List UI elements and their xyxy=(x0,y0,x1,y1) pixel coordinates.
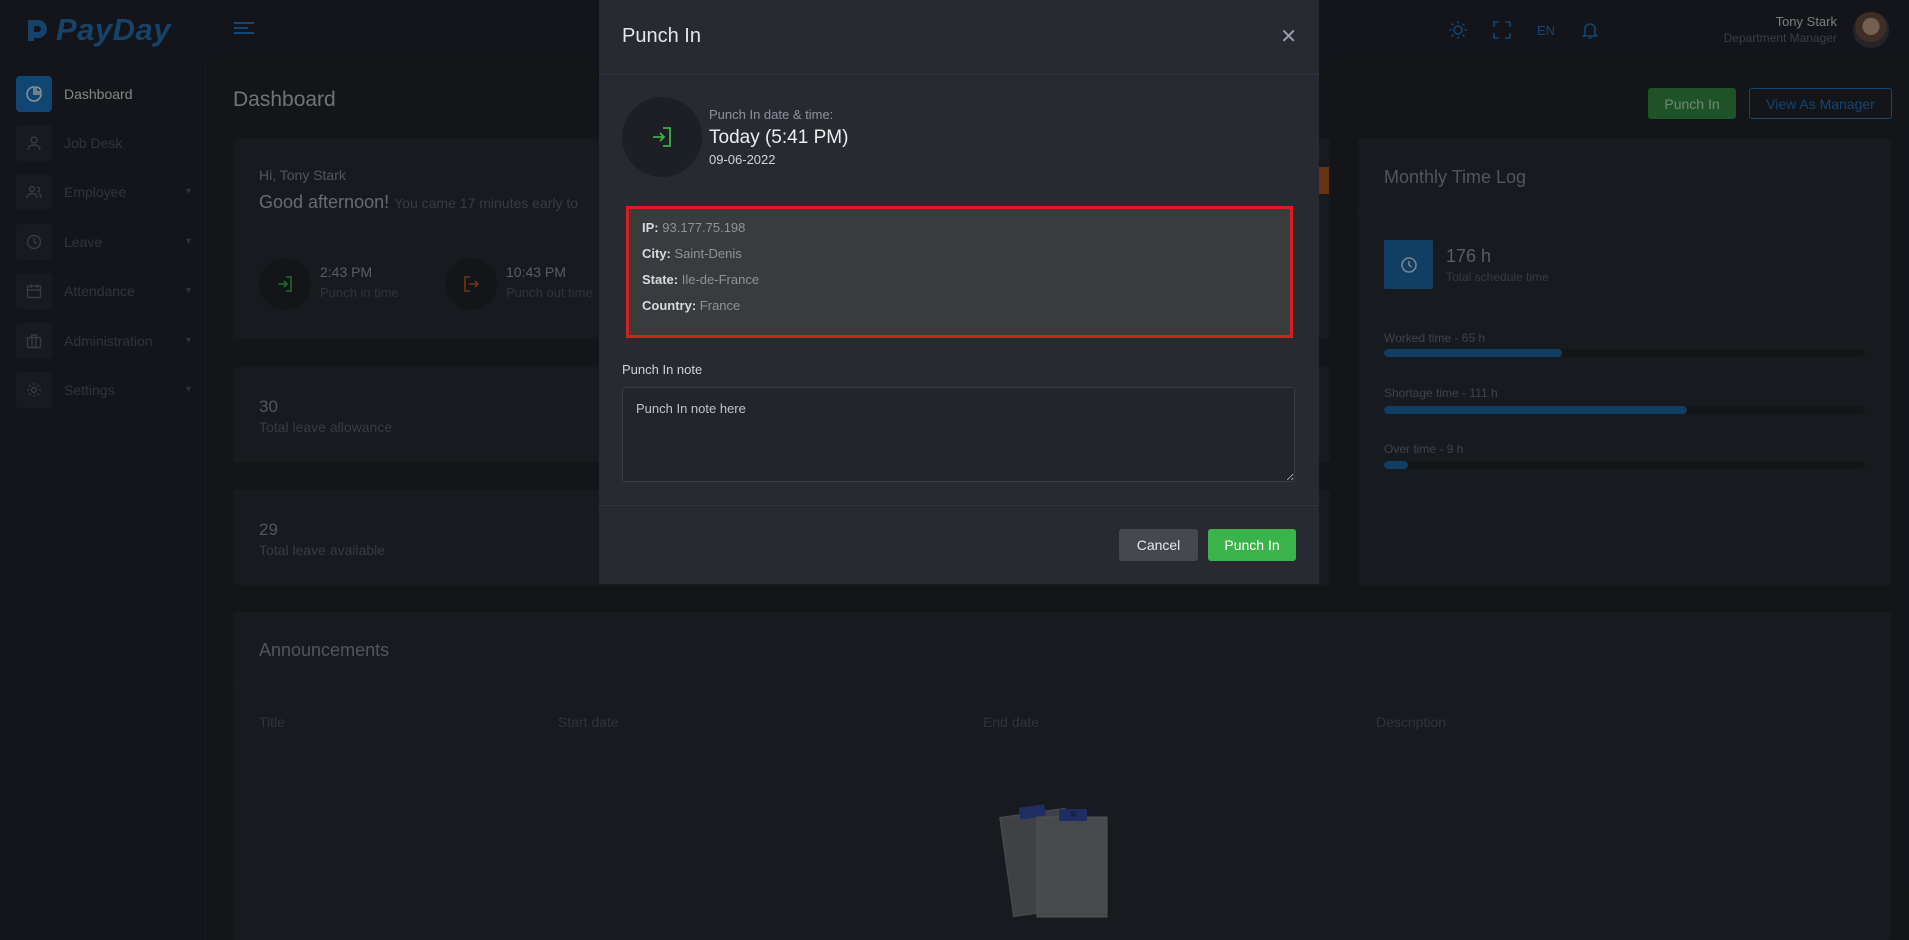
geo-city: City: Saint-Denis xyxy=(642,246,742,261)
geo-country: Country: France xyxy=(642,298,741,313)
punch-in-note-input[interactable] xyxy=(622,387,1295,482)
punch-in-modal: Punch In ✕ Punch In date & time: Today (… xyxy=(599,0,1319,584)
punch-in-submit-button[interactable]: Punch In xyxy=(1208,529,1296,561)
close-icon[interactable]: ✕ xyxy=(1280,24,1297,49)
punch-in-today: Today (5:41 PM) xyxy=(709,127,849,148)
modal-header: Punch In ✕ xyxy=(599,0,1319,75)
geo-ip: IP: 93.177.75.198 xyxy=(642,220,746,235)
punch-in-icon xyxy=(622,97,702,177)
modal-title: Punch In xyxy=(622,25,701,47)
geo-state: State: Ile-de-France xyxy=(642,272,760,287)
punch-in-caption: Punch In date & time: xyxy=(709,107,834,122)
cancel-button[interactable]: Cancel xyxy=(1119,529,1198,561)
punch-in-note-label: Punch In note xyxy=(622,362,703,377)
geo-info-box: IP: 93.177.75.198 City: Saint-Denis Stat… xyxy=(626,206,1293,338)
punch-in-date: 09-06-2022 xyxy=(709,152,776,167)
